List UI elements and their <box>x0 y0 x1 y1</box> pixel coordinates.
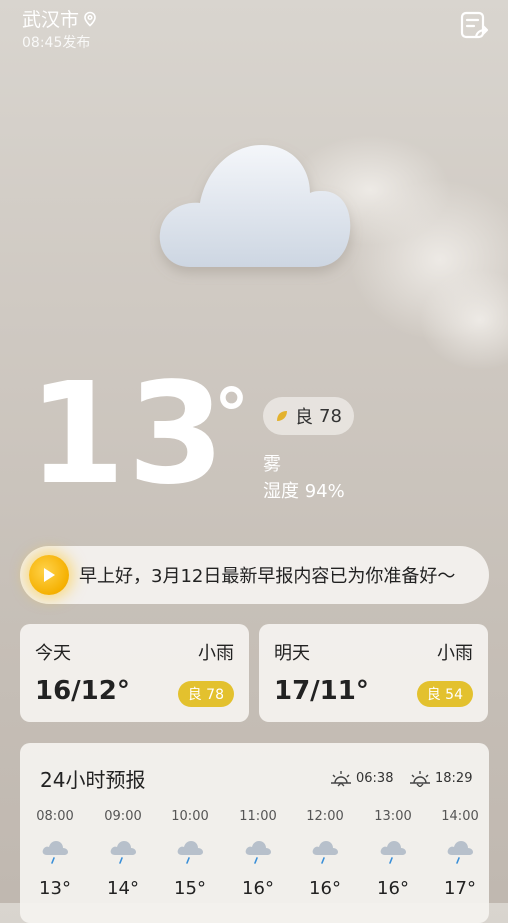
sunset: 18:29 <box>409 769 472 787</box>
aqi-badge: 良 78 <box>177 681 234 707</box>
hour-item: 10:00 15° <box>160 809 220 899</box>
sunrise-time: 06:38 <box>356 770 394 786</box>
leaf-icon <box>277 411 288 421</box>
sunrise: 06:38 <box>330 769 393 787</box>
aqi-pill[interactable]: 良 78 <box>263 397 354 435</box>
location-pin-icon <box>84 11 96 27</box>
current-temperature: 13 <box>28 353 227 516</box>
hour-item: 13:00 16° <box>363 809 423 899</box>
hour-item: 11:00 16° <box>228 809 288 899</box>
hour-time: 08:00 <box>36 809 74 824</box>
hourly-title: 24小时预报 <box>40 768 146 792</box>
city-selector[interactable]: 武汉市 <box>22 5 98 32</box>
play-button[interactable] <box>29 555 69 595</box>
hour-temp: 16° <box>377 878 409 899</box>
light-rain-icon <box>380 841 406 864</box>
morning-briefing-banner[interactable]: 早上好，3月12日最新早报内容已为你准备好～ <box>20 546 489 604</box>
hour-time: 14:00 <box>441 809 479 824</box>
light-rain-icon <box>245 841 271 864</box>
light-rain-icon <box>177 841 203 864</box>
hour-item: 14:00 17° <box>430 809 490 899</box>
light-rain-icon <box>42 841 68 864</box>
day-weather: 小雨 <box>437 643 473 664</box>
hour-temp: 14° <box>107 878 139 899</box>
day-temp-range: 17/11° <box>274 676 369 706</box>
hour-item: 08:00 13° <box>25 809 85 899</box>
hour-item: 12:00 16° <box>295 809 355 899</box>
hour-temp: 15° <box>174 878 206 899</box>
briefing-text: 早上好，3月12日最新早报内容已为你准备好～ <box>79 566 456 587</box>
aqi-label: 良 <box>295 407 314 428</box>
day-label: 今天 <box>35 643 71 664</box>
tomorrow-card[interactable]: 明天 小雨 17/11° 良 54 <box>259 624 488 722</box>
hour-temp: 16° <box>242 878 274 899</box>
humidity: 湿度 94% <box>263 481 345 502</box>
light-rain-icon <box>110 841 136 864</box>
aqi-value: 78 <box>319 405 342 427</box>
light-rain-icon <box>312 841 338 864</box>
cloud-weather-icon <box>159 145 351 267</box>
hour-time: 11:00 <box>239 809 277 824</box>
share-icon[interactable] <box>458 10 492 42</box>
publish-time: 08:45发布 <box>22 35 91 51</box>
hour-temp: 17° <box>444 878 476 899</box>
play-icon <box>44 568 55 582</box>
aqi-badge: 良 54 <box>416 681 473 707</box>
hour-time: 10:00 <box>171 809 209 824</box>
hour-temp: 16° <box>309 878 341 899</box>
day-label: 明天 <box>274 643 310 664</box>
hour-time: 09:00 <box>104 809 142 824</box>
sunset-icon <box>410 771 430 787</box>
day-weather: 小雨 <box>198 643 234 664</box>
hour-temp: 13° <box>39 878 71 899</box>
hourly-forecast-card[interactable]: 24小时预报 06:38 18:29 08:00 13° 09:00 14° 1… <box>20 743 489 923</box>
day-temp-range: 16/12° <box>35 676 130 706</box>
city-name: 武汉市 <box>22 9 80 31</box>
sunset-time: 18:29 <box>435 770 473 786</box>
sunrise-icon <box>331 771 351 787</box>
degree-symbol: ° <box>214 374 249 456</box>
light-rain-icon <box>447 841 473 864</box>
hour-time: 12:00 <box>306 809 344 824</box>
weather-condition: 雾 <box>263 454 281 475</box>
hour-time: 13:00 <box>374 809 412 824</box>
hour-item: 09:00 14° <box>93 809 153 899</box>
today-card[interactable]: 今天 小雨 16/12° 良 78 <box>20 624 249 722</box>
